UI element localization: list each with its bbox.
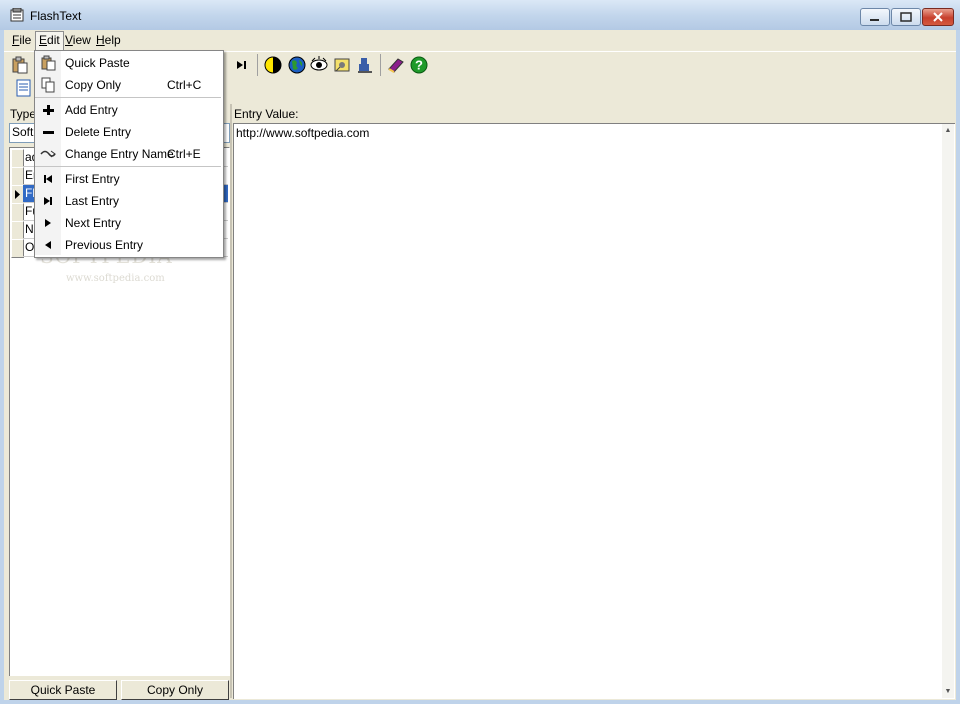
user-icon[interactable] — [355, 55, 375, 75]
previous-icon — [40, 237, 56, 253]
menu-item-label: Last Entry — [65, 194, 120, 208]
toolbar-separator-2 — [380, 54, 381, 76]
minimize-button[interactable] — [860, 8, 890, 26]
menu-separator — [35, 166, 221, 167]
contrast-icon[interactable] — [263, 55, 283, 75]
menu-item-label: Copy Only — [65, 78, 122, 92]
menu-bar — [4, 30, 956, 50]
copy-only-button[interactable]: Copy Only — [121, 680, 229, 700]
last-icon — [40, 193, 56, 209]
eye-icon[interactable] — [309, 55, 329, 75]
menu-item-label: Next Entry — [65, 216, 122, 230]
minus-icon — [40, 124, 56, 140]
type-label: Type — [10, 107, 37, 121]
menu-view[interactable]: View — [62, 33, 94, 49]
entry-value-label: Entry Value: — [234, 107, 299, 121]
entry-value-textarea[interactable] — [233, 123, 955, 699]
menu-edit-key: E — [39, 33, 48, 47]
last-entry-toolbar-icon[interactable] — [232, 55, 252, 75]
menu-view-key: V — [65, 33, 73, 47]
globe-icon[interactable] — [287, 55, 307, 75]
vertical-scrollbar[interactable] — [942, 124, 954, 698]
toolbar-separator — [257, 54, 258, 76]
svg-text:?: ? — [415, 58, 423, 73]
plus-icon — [40, 102, 56, 118]
menu-item-add-entry[interactable] — [35, 99, 221, 121]
help-icon[interactable]: ? — [409, 55, 429, 75]
menu-file[interactable]: File — [9, 33, 34, 49]
scroll-down-icon[interactable]: ▼ — [942, 687, 954, 697]
settings-icon[interactable] — [332, 55, 352, 75]
scroll-up-icon[interactable]: ▲ — [942, 126, 954, 136]
first-icon — [40, 171, 56, 187]
menu-help-key: H — [96, 33, 105, 47]
copy-icon — [40, 77, 56, 93]
menu-file-rest: ile — [19, 33, 32, 47]
menu-view-rest: iew — [72, 33, 91, 47]
window-title: FlashText — [30, 9, 82, 23]
menu-item-label: Quick Paste — [65, 56, 130, 70]
watermark-url: www.softpedia.com — [66, 273, 165, 284]
entry-value-text: http://www.softpedia.com — [236, 126, 370, 140]
menu-item-label: Previous Entry — [65, 238, 144, 252]
menu-item-shortcut: Ctrl+E — [167, 147, 201, 161]
menu-help[interactable]: Help — [93, 33, 124, 49]
notepad-toolbar-icon[interactable] — [14, 78, 34, 98]
quick-paste-button[interactable]: Quick Paste — [9, 680, 117, 700]
clipboard-icon — [40, 55, 56, 71]
panel-splitter[interactable] — [230, 104, 232, 698]
rename-icon — [40, 146, 56, 162]
paste-toolbar-icon[interactable] — [10, 55, 30, 75]
menu-item-last-entry[interactable] — [35, 190, 221, 212]
next-icon — [40, 215, 56, 231]
menu-item-label: Change Entry Name — [65, 147, 174, 161]
menu-help-rest: elp — [104, 33, 121, 47]
menu-separator — [35, 97, 221, 98]
close-button[interactable] — [922, 8, 954, 26]
menu-edit-rest: dit — [47, 33, 60, 47]
maximize-button[interactable] — [891, 8, 921, 26]
menu-item-label: Add Entry — [65, 103, 118, 117]
book-icon[interactable] — [386, 55, 406, 75]
title-bar[interactable] — [0, 0, 960, 30]
menu-item-shortcut: Ctrl+C — [167, 78, 202, 92]
menu-item-next-entry[interactable] — [35, 212, 221, 234]
app-icon — [10, 7, 24, 22]
menu-edit[interactable]: Edit — [35, 31, 64, 51]
menu-item-label: Delete Entry — [65, 125, 132, 139]
menu-item-first-entry[interactable] — [35, 168, 221, 190]
menu-item-label: First Entry — [65, 172, 120, 186]
